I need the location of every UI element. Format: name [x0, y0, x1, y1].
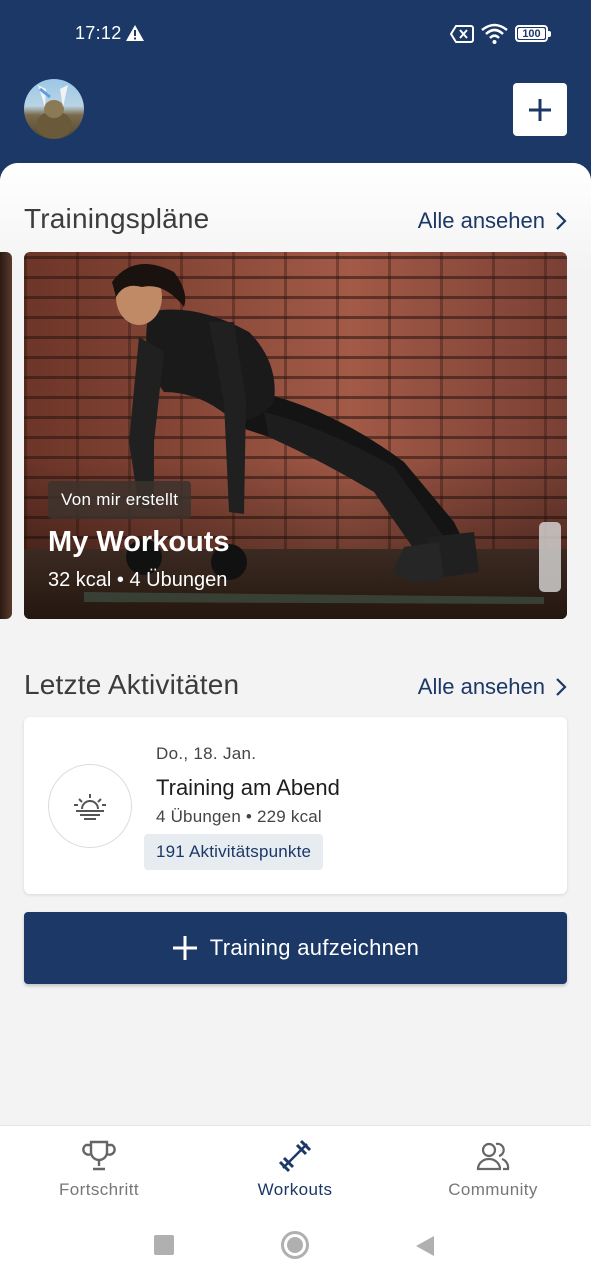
plus-icon — [529, 98, 551, 121]
sunset-icon — [48, 764, 132, 848]
see-all-recent-activities[interactable]: Alle ansehen — [418, 674, 567, 700]
wifi-icon — [481, 23, 508, 44]
see-all-label: Alle ansehen — [417, 208, 545, 233]
avatar[interactable] — [24, 79, 84, 139]
see-all-training-plans[interactable]: Alle ansehen — [418, 208, 567, 234]
plus-icon — [172, 936, 197, 960]
nav-label-progress: Fortschritt — [59, 1180, 139, 1199]
battery-icon: 100 — [515, 25, 551, 42]
nav-item-workouts[interactable]: Workouts — [215, 1138, 375, 1200]
bottom-navigation: Fortschritt Workouts Community — [0, 1125, 591, 1215]
activity-points-badge: 191 Aktivitätspunkte — [144, 834, 324, 870]
activity-card[interactable]: Do., 18. Jan. Training am Abend 4 Übunge… — [24, 717, 567, 894]
status-bar: 17:12 100 — [0, 0, 591, 68]
chevron-right-icon — [556, 212, 567, 230]
no-sim-icon — [450, 25, 474, 43]
record-training-button[interactable]: Training aufzeichnen — [24, 912, 567, 984]
dumbbell-icon — [278, 1139, 312, 1173]
battery-text: 100 — [522, 27, 541, 40]
back-button[interactable] — [414, 1234, 436, 1258]
home-button[interactable] — [281, 1231, 309, 1259]
plan-card-image — [84, 264, 561, 604]
recents-button[interactable] — [154, 1235, 174, 1255]
plan-badge: Von mir erstellt — [48, 481, 192, 519]
nav-item-community[interactable]: Community — [413, 1138, 573, 1200]
activity-date: Do., 18. Jan. — [156, 744, 257, 763]
section-title-training-plans: Trainingspläne — [24, 203, 210, 234]
plan-meta: 32 kcal • 4 Übungen — [48, 569, 228, 591]
warning-icon — [126, 25, 144, 41]
nav-item-progress[interactable]: Fortschritt — [19, 1138, 179, 1200]
status-time: 17:12 — [75, 23, 122, 43]
system-navigation-bar — [0, 1215, 591, 1280]
nav-label-workouts: Workouts — [257, 1180, 333, 1199]
add-button[interactable] — [513, 83, 567, 136]
see-all-label: Alle ansehen — [417, 674, 545, 699]
plan-title: My Workouts — [48, 526, 230, 558]
chevron-right-icon — [556, 678, 567, 696]
record-training-label: Training aufzeichnen — [209, 935, 420, 960]
nav-label-community: Community — [448, 1180, 538, 1199]
activity-title: Training am Abend — [156, 775, 340, 800]
activity-meta: 4 Übungen • 229 kcal — [156, 807, 322, 826]
previous-plan-card[interactable] — [0, 252, 12, 619]
community-icon — [476, 1142, 510, 1171]
avatar-image — [36, 85, 72, 139]
section-title-recent-activities: Letzte Aktivitäten — [24, 669, 240, 700]
training-plan-card[interactable]: Von mir erstellt My Workouts 32 kcal • 4… — [24, 252, 567, 619]
trophy-icon — [82, 1140, 116, 1171]
